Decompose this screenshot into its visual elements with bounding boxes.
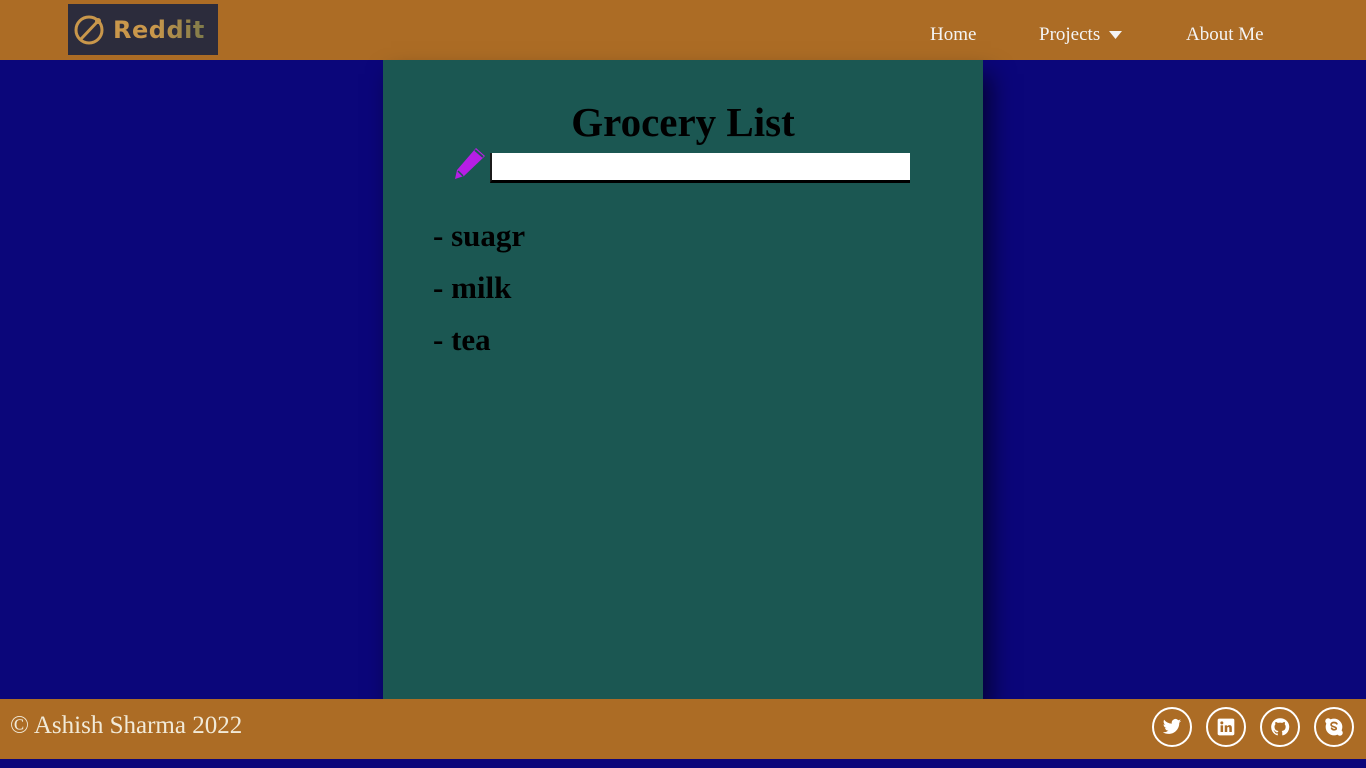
linkedin-link[interactable]: [1206, 707, 1246, 747]
list-item[interactable]: - milk: [433, 268, 525, 320]
nav-about-link[interactable]: About Me: [1186, 24, 1264, 46]
nav-projects-label: Projects: [1039, 24, 1101, 45]
twitter-link[interactable]: [1152, 707, 1192, 747]
logo-icon: [74, 15, 104, 44]
list-item[interactable]: - tea: [433, 320, 525, 372]
logo-text: Reddit: [113, 15, 205, 44]
grocery-list: - suagr - milk - tea: [433, 216, 525, 372]
nav-home-link[interactable]: Home: [930, 24, 976, 46]
list-item[interactable]: - suagr: [433, 216, 525, 268]
page-title: Grocery List: [571, 99, 795, 145]
twitter-icon: [1162, 719, 1182, 734]
github-link[interactable]: [1260, 707, 1300, 747]
copyright-text: © Ashish Sharma 2022: [10, 712, 243, 739]
navbar: Reddit Home Projects About Me: [0, 0, 1366, 60]
nav-projects-dropdown[interactable]: Projects: [1039, 24, 1123, 46]
caret-down-icon: [1109, 31, 1123, 39]
skype-link[interactable]: [1314, 707, 1354, 747]
pencil-icon: [455, 148, 485, 179]
logo[interactable]: Reddit: [68, 4, 218, 55]
item-input[interactable]: [490, 153, 910, 183]
linkedin-icon: [1217, 718, 1235, 736]
github-icon: [1271, 718, 1290, 736]
skype-icon: [1325, 718, 1343, 736]
